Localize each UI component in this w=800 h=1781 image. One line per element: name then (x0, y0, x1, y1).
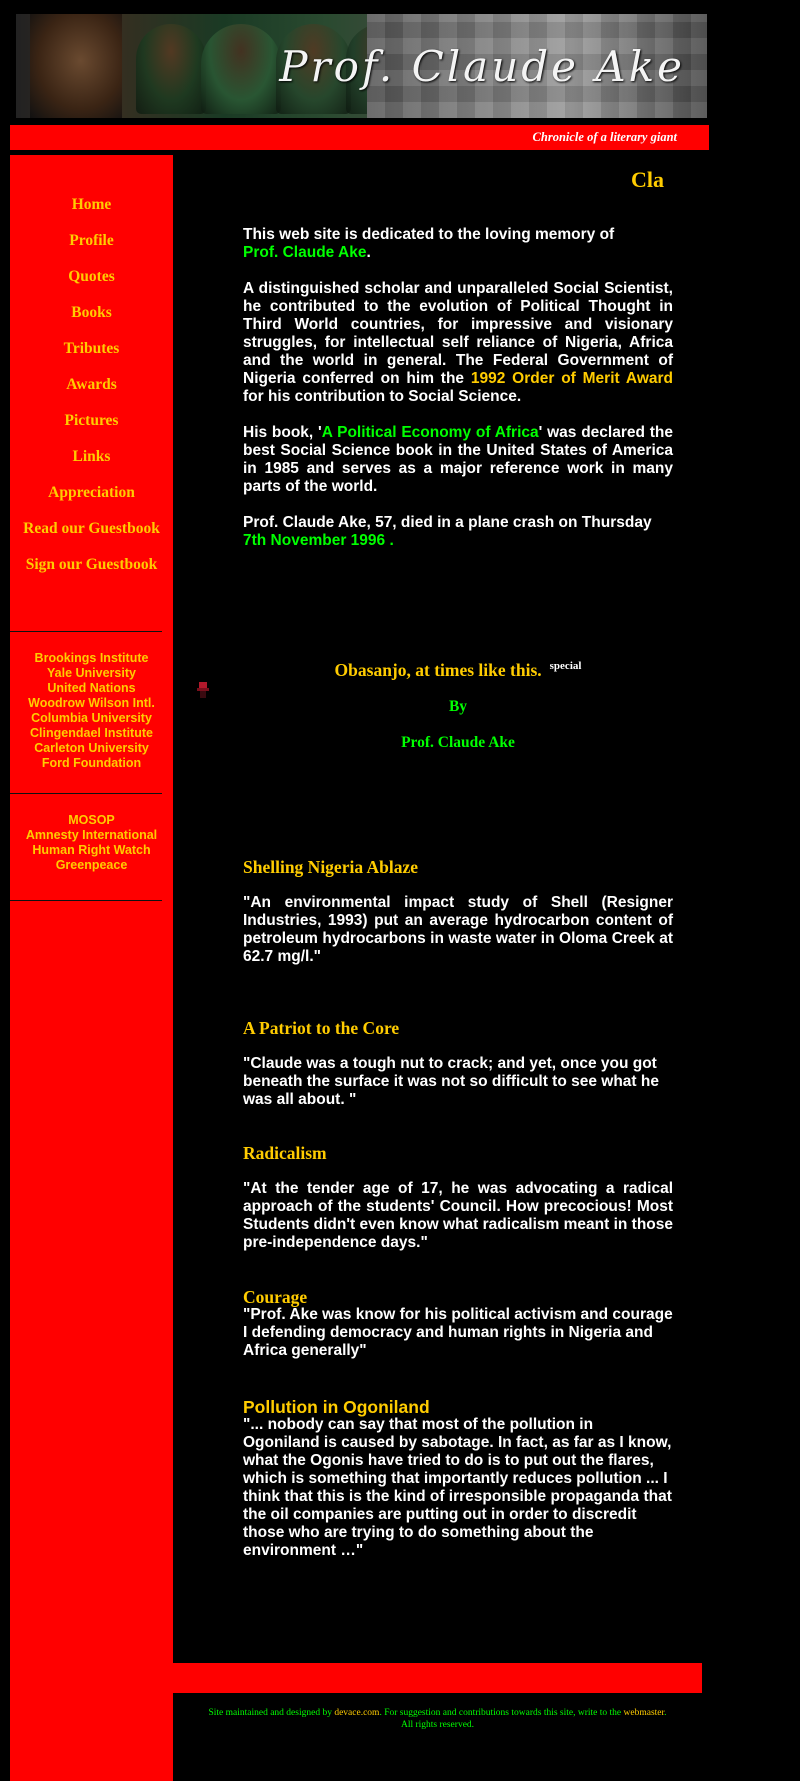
marquee-text: Cla (631, 167, 664, 192)
section-patriot: A Patriot to the Core "Claude was a toug… (243, 1019, 673, 1109)
link-ford-foundation[interactable]: Ford Foundation (10, 756, 173, 771)
divider (10, 900, 162, 901)
link-columbia[interactable]: Columbia University (10, 711, 173, 726)
institutions-list: Brookings Institute Yale University Unit… (10, 651, 173, 771)
bio-text-end: for his contribution to Social Science. (243, 388, 522, 405)
section-radicalism: Radicalism "At the tender age of 17, he … (243, 1144, 673, 1252)
link-yale[interactable]: Yale University (10, 666, 173, 681)
section-pollution: Pollution in Ogoniland "... nobody can s… (243, 1398, 673, 1560)
header-banner: Prof. Claude Ake (16, 14, 707, 118)
book-text-start: His book, ' (243, 424, 322, 441)
section-body: "Claude was a tough nut to crack; and ye… (243, 1055, 659, 1108)
intro-paragraph: This web site is dedicated to the loving… (243, 226, 673, 262)
byline-by: By (448, 698, 468, 715)
section-body: "An environmental impact study of Shell … (243, 894, 673, 965)
divider (10, 793, 162, 794)
nav-appreciation[interactable]: Appreciation (10, 483, 173, 519)
designer-link[interactable]: devace.com (334, 1708, 379, 1718)
intro-text-1: This web site is dedicated to the loving… (243, 226, 615, 243)
nav-read-guestbook[interactable]: Read our Guestbook (10, 519, 173, 555)
section-shelling: Shelling Nigeria Ablaze "An environmenta… (243, 858, 673, 966)
byline-author: Prof. Claude Ake (401, 734, 515, 751)
banner-title: Prof. Claude Ake (279, 42, 685, 91)
special-badge: special (549, 660, 582, 673)
footer-text: Site maintained and designed by (208, 1708, 332, 1718)
section-body: "At the tender age of 17, he was advocat… (243, 1180, 674, 1251)
link-carleton[interactable]: Carleton University (10, 741, 173, 756)
sidebar: Home Profile Quotes Books Tributes Award… (10, 155, 173, 1781)
section-courage: Courage "Prof. Ake was know for his poli… (243, 1288, 673, 1360)
section-heading: Shelling Nigeria Ablaze (243, 857, 418, 877)
sidebar-nav: Home Profile Quotes Books Tributes Award… (10, 195, 173, 591)
section-body: "... nobody can say that most of the pol… (243, 1416, 672, 1559)
book-title: A Political Economy of Africa (321, 424, 539, 441)
section-heading: A Patriot to the Core (243, 1018, 400, 1038)
intro-period: . (366, 244, 371, 261)
crowd-photo (201, 24, 281, 114)
link-mosop[interactable]: MOSOP (10, 813, 173, 828)
copyright-text: All rights reserved. (400, 1720, 475, 1730)
name-highlight: Prof. Claude Ake (243, 244, 367, 261)
intro-paragraph: His book, 'A Political Economy of Africa… (243, 424, 673, 496)
intro-paragraph: Prof. Claude Ake, 57, died in a plane cr… (243, 514, 673, 550)
organizations-list: MOSOP Amnesty International Human Right … (10, 813, 173, 873)
tagline-bar: Chronicle of a literary giant (10, 125, 709, 150)
link-united-nations[interactable]: United Nations (10, 681, 173, 696)
link-human-rights-watch[interactable]: Human Right Watch (10, 843, 173, 858)
tagline: Chronicle of a literary giant (532, 130, 677, 144)
death-text: Prof. Claude Ake, 57, died in a plane cr… (243, 514, 652, 531)
link-woodrow-wilson[interactable]: Woodrow Wilson Intl. (10, 696, 173, 711)
nav-home[interactable]: Home (10, 195, 173, 231)
footer-bar (173, 1663, 702, 1693)
nav-sign-guestbook[interactable]: Sign our Guestbook (10, 555, 173, 591)
link-amnesty[interactable]: Amnesty International (10, 828, 173, 843)
footer-text: . For suggestion and contributions towar… (379, 1708, 622, 1718)
intro-text: This web site is dedicated to the loving… (243, 226, 673, 550)
footer-text: . (664, 1708, 667, 1718)
death-date: 7th November 1996 . (243, 532, 394, 549)
footer: Site maintained and designed by devace.c… (173, 1707, 702, 1731)
section-heading: Courage (243, 1287, 308, 1307)
crowd-photo (136, 24, 206, 114)
section-heading: Radicalism (243, 1143, 327, 1163)
nav-pictures[interactable]: Pictures (10, 411, 173, 447)
link-brookings[interactable]: Brookings Institute (10, 651, 173, 666)
section-heading: Pollution in Ogoniland (243, 1397, 430, 1417)
nav-awards[interactable]: Awards (10, 375, 173, 411)
webmaster-link[interactable]: webmaster (624, 1708, 665, 1718)
link-greenpeace[interactable]: Greenpeace (10, 858, 173, 873)
award-highlight: 1992 Order of Merit Award (470, 370, 674, 387)
featured-article-link[interactable]: Obasanjo, at times like this. (335, 660, 542, 680)
hat-icon (197, 682, 209, 698)
portrait-photo (30, 14, 122, 118)
section-body: "Prof. Ake was know for his political ac… (243, 1306, 673, 1359)
nav-quotes[interactable]: Quotes (10, 267, 173, 303)
link-clingendael[interactable]: Clingendael Institute (10, 726, 173, 741)
featured-article-title[interactable]: Obasanjo, at times like this. special (173, 660, 743, 681)
nav-links[interactable]: Links (10, 447, 173, 483)
nav-tributes[interactable]: Tributes (10, 339, 173, 375)
divider (10, 631, 162, 632)
nav-profile[interactable]: Profile (10, 231, 173, 267)
nav-books[interactable]: Books (10, 303, 173, 339)
intro-paragraph: A distinguished scholar and unparalleled… (243, 280, 673, 406)
